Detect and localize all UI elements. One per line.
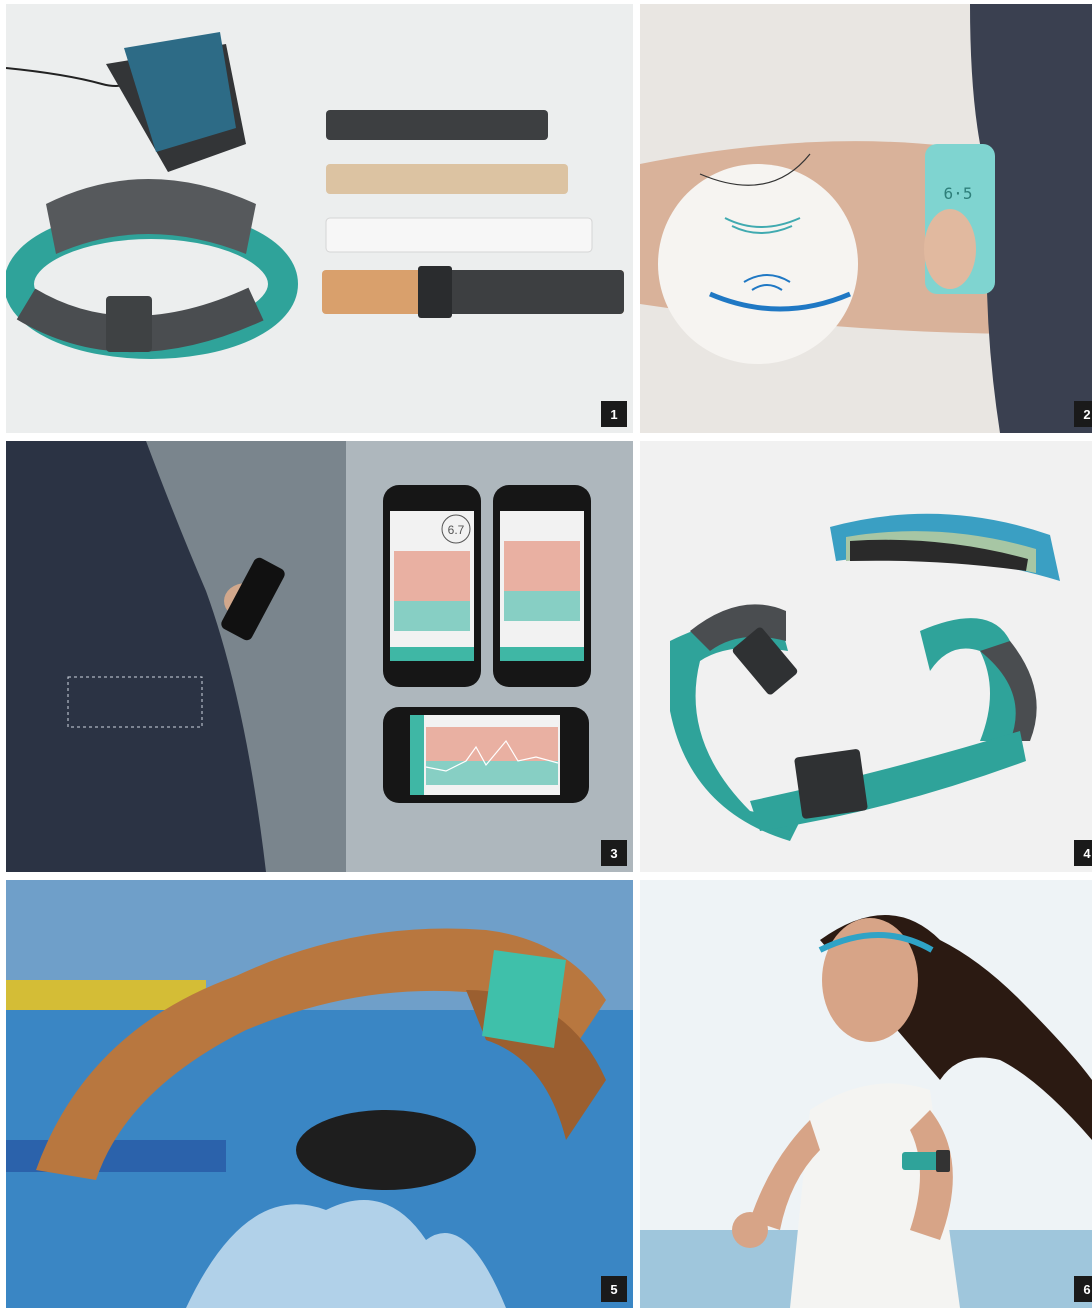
panel-number-badge: 1 <box>601 401 627 427</box>
panel-2-wearing: 6·5 2 <box>640 4 1092 433</box>
exploded-photo <box>640 441 1092 872</box>
panel-number-badge: 3 <box>601 840 627 866</box>
panel-1-products: 1 <box>6 4 633 433</box>
panel-5-swimmer: 5 <box>6 880 633 1308</box>
panel-number-badge: 5 <box>601 1276 627 1302</box>
panel-6-runner: 6 <box>640 880 1092 1308</box>
wearing-photo: 6·5 <box>640 4 1092 433</box>
panel-4-exploded: 4 <box>640 441 1092 872</box>
product-photo <box>6 4 633 433</box>
runner-photo <box>640 880 1092 1308</box>
panel-3-app: 6.7 3 <box>6 441 633 872</box>
app-photo: 6.7 <box>6 441 633 872</box>
panel-number-badge: 2 <box>1074 401 1092 427</box>
app-value: 6.7 <box>448 523 465 537</box>
swimmer-photo <box>6 880 633 1308</box>
panel-number-badge: 4 <box>1074 840 1092 866</box>
device-screen-value: 6·5 <box>944 184 973 203</box>
panel-number-badge: 6 <box>1074 1276 1092 1302</box>
